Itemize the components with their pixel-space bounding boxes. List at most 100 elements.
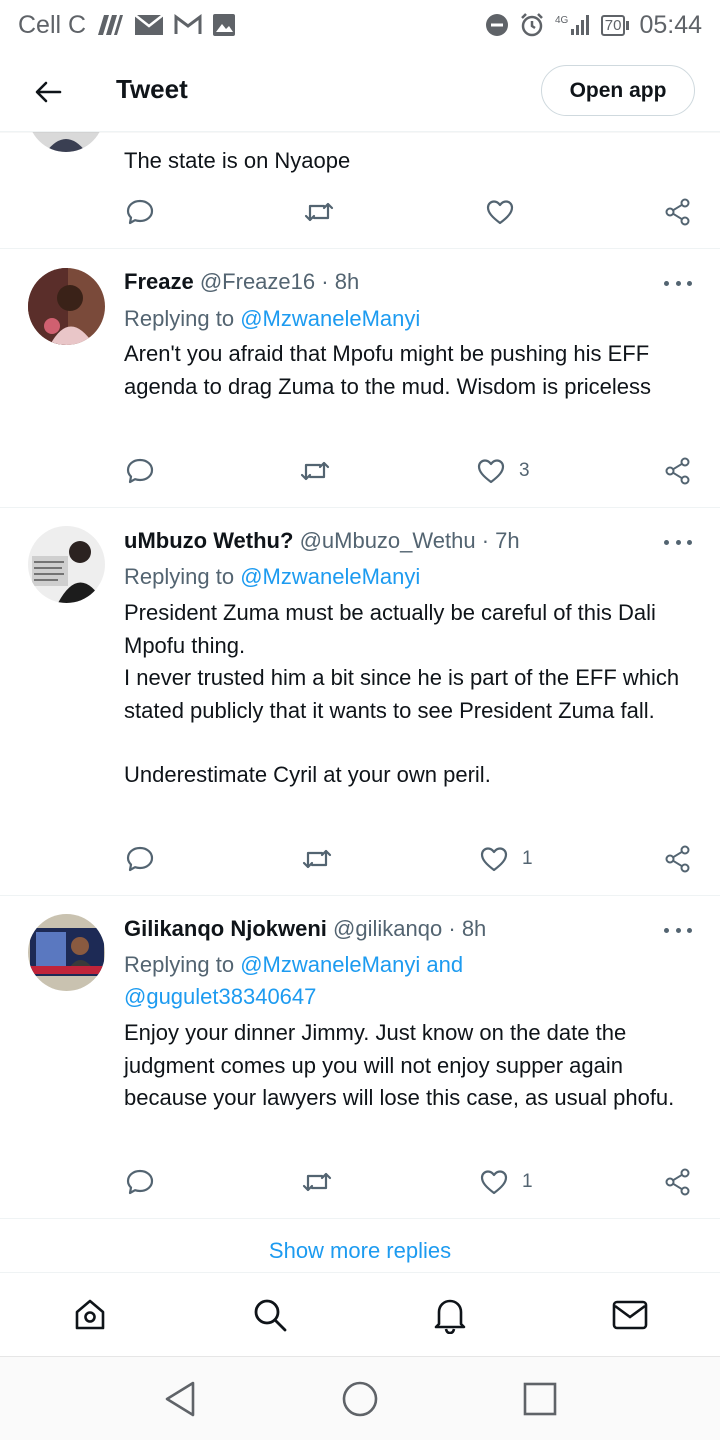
timestamp[interactable]: 8h bbox=[335, 269, 359, 294]
like-button[interactable]: 1 bbox=[480, 1162, 533, 1202]
share-icon bbox=[665, 198, 690, 226]
display-name[interactable]: uMbuzo Wethu? bbox=[124, 528, 293, 553]
username[interactable]: @Freaze16 bbox=[200, 269, 315, 294]
like-button[interactable]: 3 bbox=[477, 451, 530, 491]
reply-button[interactable] bbox=[126, 1162, 154, 1202]
heart-icon bbox=[480, 1170, 508, 1195]
divider bbox=[0, 895, 720, 896]
tweet-text: President Zuma must be actually be caref… bbox=[124, 597, 684, 792]
divider bbox=[0, 507, 720, 508]
retweet-icon bbox=[302, 1172, 332, 1192]
heart-icon bbox=[480, 847, 508, 872]
tweet-paragraph: Aren't you afraid that Mpofu might be pu… bbox=[124, 341, 652, 399]
open-app-button[interactable]: Open app bbox=[541, 65, 695, 116]
battery-level: 70 bbox=[600, 14, 626, 36]
top-app-bar: Tweet Open app bbox=[0, 50, 720, 132]
timestamp[interactable]: 8h bbox=[462, 916, 486, 941]
share-icon bbox=[665, 845, 690, 873]
mention-link[interactable]: @MzwaneleManyi bbox=[240, 564, 420, 589]
search-icon[interactable] bbox=[250, 1295, 290, 1335]
tweet-paragraph: President Zuma must be actually be caref… bbox=[124, 600, 656, 658]
status-bar: Cell C 4G 70 05:44 bbox=[0, 0, 720, 50]
divider bbox=[0, 248, 720, 249]
show-more-replies-link[interactable]: Show more replies bbox=[0, 1238, 720, 1264]
back-arrow-icon[interactable] bbox=[30, 74, 66, 110]
tweet-text: Aren't you afraid that Mpofu might be pu… bbox=[124, 338, 684, 403]
network-label: 4G bbox=[555, 15, 569, 26]
more-icon[interactable] bbox=[664, 278, 692, 288]
retweet-button[interactable] bbox=[300, 451, 330, 491]
gallery-icon bbox=[212, 13, 236, 37]
tweet-actions: 1 bbox=[0, 839, 720, 879]
display-name[interactable]: Gilikanqo Njokweni bbox=[124, 916, 327, 941]
tweet-actions: 1 bbox=[0, 1162, 720, 1202]
tweet-text: Enjoy your dinner Jimmy. Just know on th… bbox=[124, 1017, 684, 1115]
signal-icon: 4G bbox=[555, 13, 591, 37]
nav-recents-icon[interactable] bbox=[520, 1379, 560, 1419]
more-icon[interactable] bbox=[664, 925, 692, 935]
dnd-icon bbox=[485, 13, 509, 37]
clock: 05:44 bbox=[639, 10, 702, 39]
like-count: 1 bbox=[522, 1171, 533, 1192]
heart-icon bbox=[486, 200, 514, 225]
heart-icon bbox=[477, 459, 505, 484]
retweet-button[interactable] bbox=[302, 839, 332, 879]
tweet-header: Freaze @Freaze16 · 8h bbox=[124, 267, 359, 297]
mention-link[interactable]: @MzwaneleManyi bbox=[240, 306, 420, 331]
replying-to-continued: @gugulet38340647 bbox=[124, 982, 316, 1012]
share-button[interactable] bbox=[664, 192, 692, 232]
reply-icon bbox=[126, 1169, 154, 1195]
share-button[interactable] bbox=[664, 839, 692, 879]
reply-button[interactable] bbox=[126, 451, 154, 491]
tweet-paragraph bbox=[124, 727, 684, 759]
tweet-actions bbox=[0, 192, 720, 232]
reply-button[interactable] bbox=[126, 192, 154, 232]
home-icon[interactable] bbox=[70, 1295, 110, 1335]
notifications-icon[interactable] bbox=[430, 1295, 470, 1335]
retweet-button[interactable] bbox=[304, 192, 334, 232]
share-button[interactable] bbox=[664, 1162, 692, 1202]
replying-to: Replying to @MzwaneleManyi and bbox=[124, 950, 463, 980]
avatar[interactable] bbox=[28, 526, 105, 603]
tweet-header: uMbuzo Wethu? @uMbuzo_Wethu · 7h bbox=[124, 526, 520, 556]
divider bbox=[0, 1218, 720, 1219]
tweet-paragraph: Underestimate Cyril at your own peril. bbox=[124, 762, 491, 787]
share-icon bbox=[665, 457, 690, 485]
like-count: 1 bbox=[522, 848, 533, 869]
timestamp[interactable]: 7h bbox=[495, 528, 519, 553]
tweet-paragraph: Enjoy your dinner Jimmy. Just know on th… bbox=[124, 1020, 675, 1110]
separator-dot: · bbox=[321, 269, 329, 294]
gmail-icon bbox=[174, 14, 202, 36]
messages-icon[interactable] bbox=[610, 1295, 650, 1335]
username[interactable]: @gilikanqo bbox=[333, 916, 442, 941]
avatar[interactable] bbox=[28, 268, 105, 345]
share-button[interactable] bbox=[664, 451, 692, 491]
reply-button[interactable] bbox=[126, 839, 154, 879]
mention-link[interactable]: @MzwaneleManyi and bbox=[240, 952, 463, 977]
reply-icon bbox=[126, 846, 154, 872]
like-count: 3 bbox=[519, 460, 530, 481]
share-icon bbox=[665, 1168, 690, 1196]
separator-dot: · bbox=[448, 916, 456, 941]
avatar[interactable] bbox=[28, 914, 105, 991]
page-title: Tweet bbox=[116, 74, 188, 104]
display-name[interactable]: Freaze bbox=[124, 269, 194, 294]
reply-icon bbox=[126, 458, 154, 484]
like-button[interactable]: 1 bbox=[480, 839, 533, 879]
retweet-button[interactable] bbox=[302, 1162, 332, 1202]
nav-home-icon[interactable] bbox=[340, 1379, 380, 1419]
tweet-header: Gilikanqo Njokweni @gilikanqo · 8h bbox=[124, 914, 486, 944]
more-icon[interactable] bbox=[664, 537, 692, 547]
reply-icon bbox=[126, 199, 154, 225]
tweet-actions: 3 bbox=[0, 451, 720, 491]
mention-link[interactable]: @gugulet38340647 bbox=[124, 984, 316, 1009]
carrier-label: Cell C bbox=[18, 10, 87, 39]
tweet-paragraph: I never trusted him a bit since he is pa… bbox=[124, 665, 680, 723]
netflix-icon bbox=[96, 13, 124, 37]
alarm-icon bbox=[519, 12, 545, 38]
system-nav-bar bbox=[0, 1356, 720, 1440]
username[interactable]: @uMbuzo_Wethu bbox=[300, 528, 476, 553]
nav-back-icon[interactable] bbox=[160, 1379, 200, 1419]
replying-to: Replying to @MzwaneleManyi bbox=[124, 562, 420, 592]
like-button[interactable] bbox=[486, 192, 514, 232]
